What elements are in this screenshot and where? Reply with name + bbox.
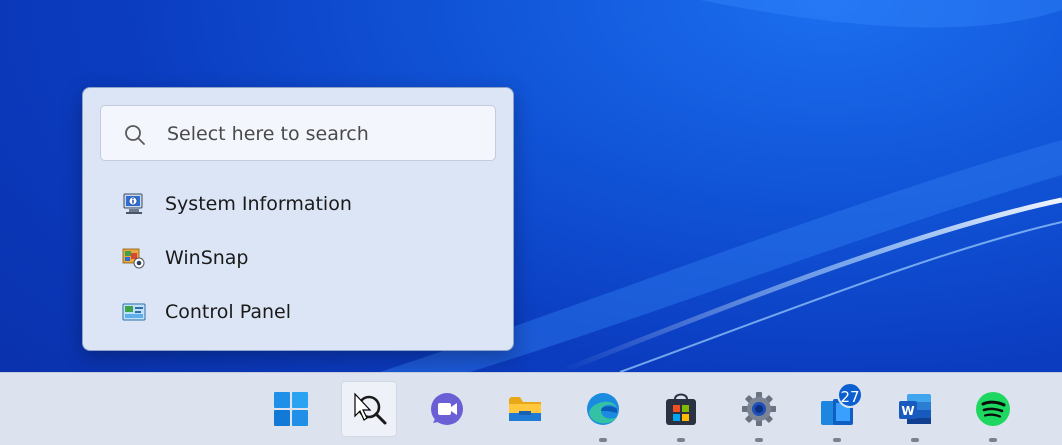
search-flyout: System Information WinSnap Control Panel: [82, 87, 514, 351]
running-indicator: [599, 438, 607, 442]
taskbar: 27 W: [0, 372, 1062, 445]
system-information-icon: [123, 193, 143, 214]
search-results: System Information WinSnap Control Panel: [83, 177, 513, 339]
windows-start-icon: [274, 392, 308, 426]
word-button[interactable]: W: [887, 381, 943, 442]
result-winsnap[interactable]: WinSnap: [83, 231, 513, 285]
running-indicator: [677, 438, 685, 442]
gear-icon: [742, 392, 776, 426]
file-explorer-button[interactable]: [497, 381, 553, 437]
running-indicator: [755, 438, 763, 442]
word-icon: W: [899, 394, 931, 424]
search-box[interactable]: [100, 105, 496, 161]
result-system-information[interactable]: System Information: [83, 177, 513, 231]
edge-button[interactable]: [575, 381, 631, 442]
notification-badge: 27: [837, 382, 863, 408]
search-input[interactable]: [165, 118, 479, 150]
teams-chat-button[interactable]: [419, 381, 475, 437]
result-control-panel[interactable]: Control Panel: [83, 285, 513, 339]
running-indicator: [833, 438, 841, 442]
running-indicator: [911, 438, 919, 442]
running-indicator: [989, 438, 997, 442]
settings-button[interactable]: [731, 381, 787, 442]
result-label: WinSnap: [165, 247, 249, 269]
microsoft-store-button[interactable]: [653, 381, 709, 442]
search-icon: [354, 392, 387, 425]
winsnap-icon: [122, 248, 145, 269]
spotify-button[interactable]: [965, 381, 1021, 442]
result-label: System Information: [165, 193, 352, 215]
folder-icon: [509, 397, 541, 421]
search-button[interactable]: [341, 381, 397, 437]
store-icon: [666, 393, 696, 425]
teams-chat-icon: [431, 393, 463, 425]
edge-icon: [587, 393, 619, 425]
phone-link-button[interactable]: 27: [809, 381, 865, 442]
svg-text:W: W: [901, 404, 914, 418]
spotify-icon: [976, 392, 1010, 426]
control-panel-icon: [122, 303, 146, 321]
search-icon: [125, 125, 145, 145]
start-button[interactable]: [263, 381, 319, 437]
result-label: Control Panel: [165, 301, 291, 323]
